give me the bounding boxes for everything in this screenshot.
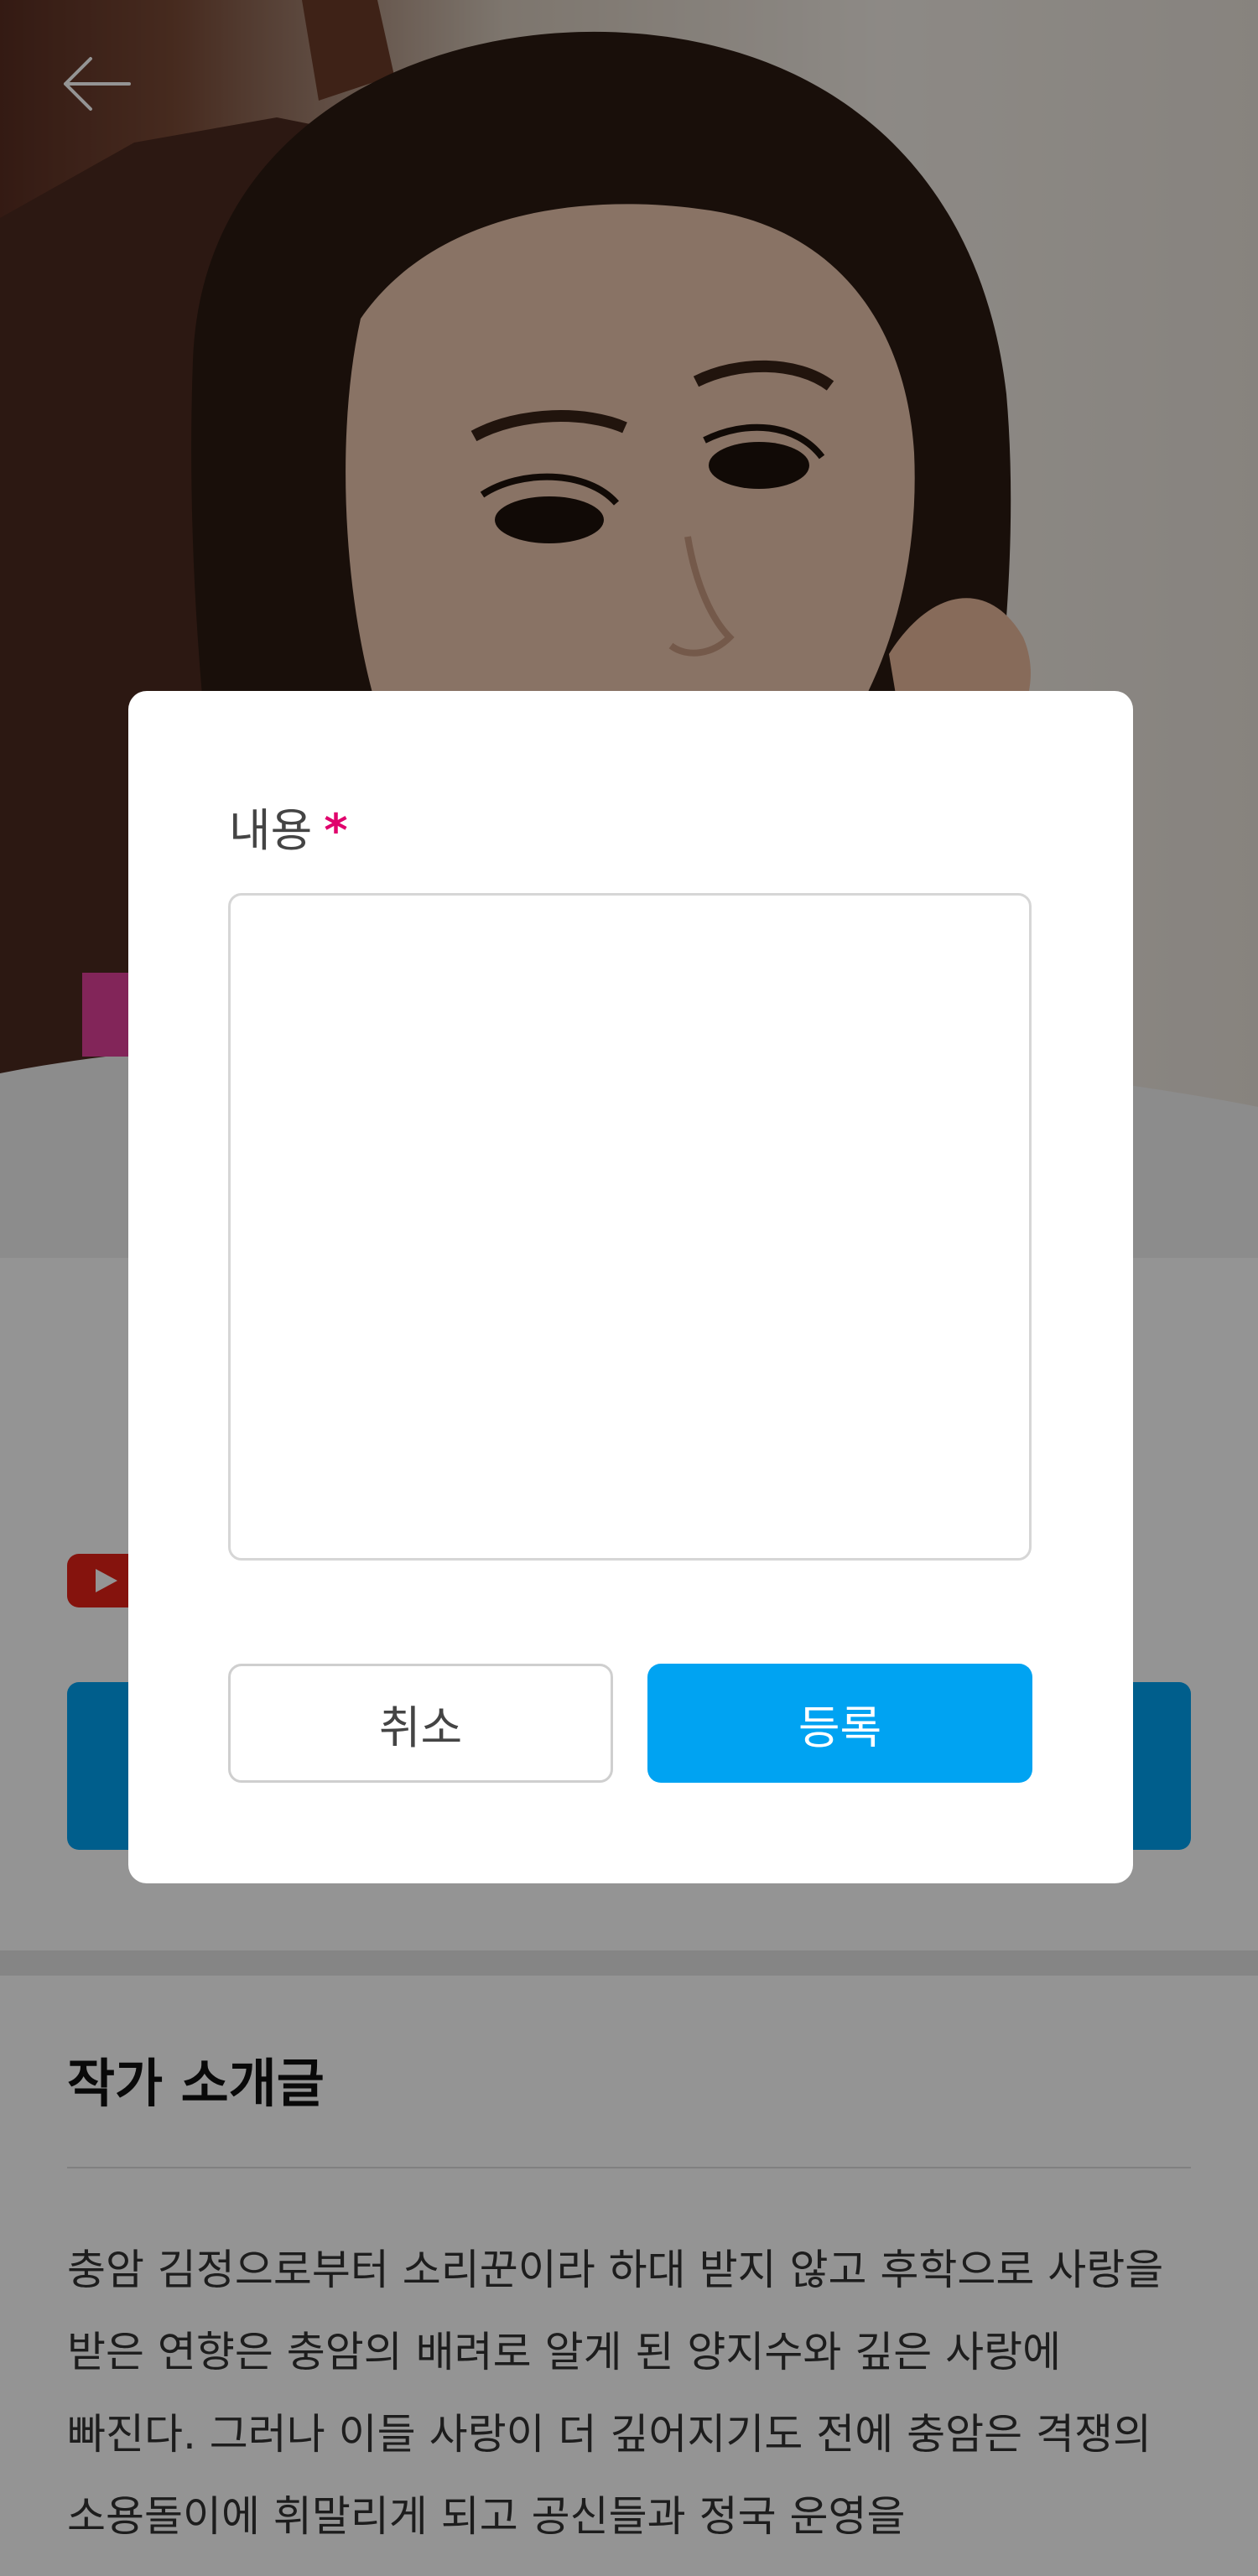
content-textarea[interactable] [228,893,1032,1561]
comment-modal: 내용 * 취소 등록 [128,691,1133,1883]
submit-button[interactable]: 등록 [647,1664,1032,1783]
content-label-text: 내용 [229,804,313,857]
page: 작가 소개글 충암 김정으로부터 소리꾼이라 하대 받지 않고 후학으로 사랑을… [0,0,1258,2576]
cancel-button[interactable]: 취소 [228,1664,613,1783]
required-mark: * [324,804,348,857]
content-field-label: 내용 * [229,793,348,860]
